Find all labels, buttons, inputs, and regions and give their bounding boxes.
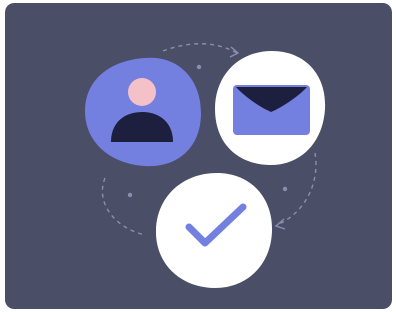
user-bubble — [85, 57, 201, 167]
envelope-icon — [233, 85, 310, 135]
dot — [127, 192, 133, 198]
illustration-canvas — [5, 3, 392, 309]
onboarding-illustration-card — [5, 3, 392, 309]
dot — [282, 186, 288, 192]
envelope-bubble — [215, 51, 326, 166]
dot — [196, 64, 202, 70]
checkmark-bubble — [155, 173, 273, 288]
user-bubble-shape — [85, 57, 201, 167]
